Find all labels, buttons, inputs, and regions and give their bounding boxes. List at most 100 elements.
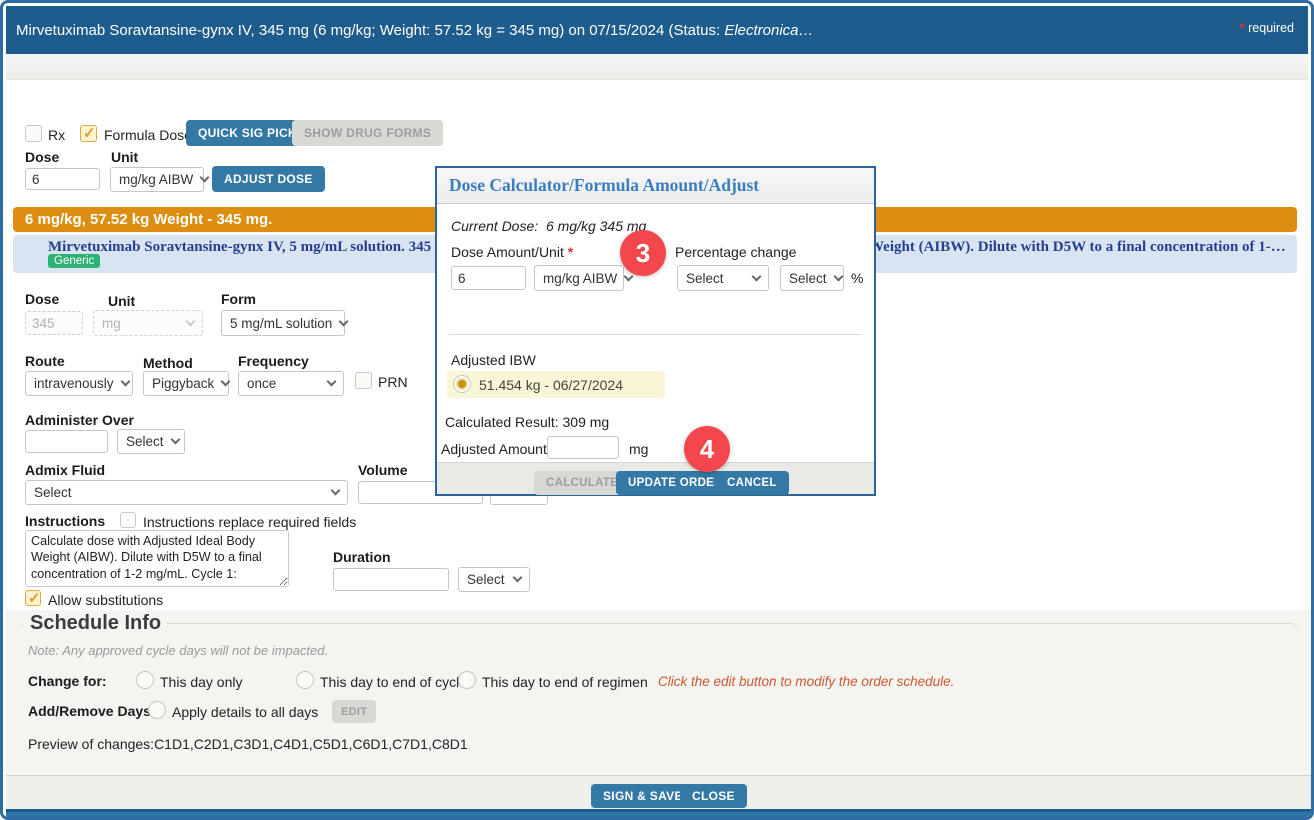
dose-label: Dose (25, 149, 59, 165)
admix-fluid-select[interactable]: Select (25, 480, 348, 505)
radio-end-of-regimen[interactable] (458, 671, 476, 689)
quick-sig-pick-button[interactable]: QUICK SIG PICK (186, 120, 309, 146)
order-title: Mirvetuximab Soravtansine-gynx IV, 345 m… (6, 22, 814, 39)
section-border-line (18, 623, 1300, 635)
drug-info-text-left: Mirvetuximab Soravtansine-gynx IV, 5 mg/… (48, 239, 463, 256)
dose-input[interactable] (25, 168, 100, 190)
form-select[interactable]: 5 mg/mL solution (221, 310, 345, 336)
current-dose-value: 6 mg/kg 345 mg (546, 218, 646, 234)
dose-amount-unit-label: Dose Amount/Unit * (451, 244, 573, 260)
background-page-strip (6, 812, 1314, 820)
formula-dose-checkbox[interactable] (80, 125, 97, 142)
method-select[interactable]: Piggyback (143, 371, 229, 396)
frequency-select[interactable]: once (238, 371, 344, 396)
current-dose-label: Current Dose: 6 mg/kg 345 mg (451, 218, 646, 234)
duration-input[interactable] (333, 568, 449, 591)
duration-unit-select[interactable]: Select (458, 567, 530, 592)
allow-substitutions-checkbox[interactable] (25, 590, 41, 606)
unit2-label: Unit (108, 293, 135, 309)
order-dialog-window: Mirvetuximab Soravtansine-gynx IV, 345 m… (0, 0, 1314, 820)
chevron-down-icon (186, 316, 196, 326)
annotation-badge-3: 3 (620, 230, 666, 276)
radio-end-of-regimen-label: This day to end of regimen (482, 674, 648, 690)
radio-end-of-cycle-label: This day to end of cycle (320, 674, 467, 690)
close-button[interactable]: CLOSE (680, 784, 747, 808)
allow-substitutions-label: Allow substitutions (48, 592, 163, 608)
unit-label: Unit (111, 149, 138, 165)
preview-of-changes: Preview of changes:C1D1,C2D1,C3D1,C4D1,C… (28, 736, 468, 752)
chevron-down-icon (200, 173, 210, 183)
adjusted-amount-label: Adjusted Amount: (441, 441, 551, 457)
adjust-dose-button[interactable]: ADJUST DOSE (212, 166, 325, 192)
title-bar: Mirvetuximab Soravtansine-gynx IV, 345 m… (6, 6, 1308, 54)
radio-end-of-cycle[interactable] (296, 671, 314, 689)
unit-select[interactable]: mg/kg AIBW (110, 167, 204, 192)
adjusted-ibw-radio[interactable] (453, 375, 471, 393)
chevron-down-icon (339, 316, 349, 326)
chevron-down-icon (327, 377, 337, 387)
dose-unit-select[interactable]: mg/kg AIBW (534, 265, 624, 291)
cancel-button[interactable]: CANCEL (715, 471, 789, 495)
duration-label: Duration (333, 549, 391, 565)
frequency-label: Frequency (238, 353, 309, 369)
dialog-footer: CALCULATE UPDATE ORDER CANCEL (437, 462, 874, 494)
chevron-down-icon (752, 271, 762, 281)
dialog-header: Dose Calculator/Formula Amount/Adjust (437, 168, 874, 204)
adjusted-amount-input[interactable] (547, 436, 619, 459)
required-note: * required (1240, 21, 1294, 35)
chevron-down-icon (170, 435, 180, 445)
formula-dose-label: Formula Dose (104, 127, 192, 143)
schedule-note: Note: Any approved cycle days will not b… (28, 643, 328, 658)
percent-sign: % (851, 270, 863, 286)
dose-amount-input[interactable] (451, 266, 526, 290)
radio-this-day-only[interactable] (136, 671, 154, 689)
volume-label: Volume (358, 462, 408, 478)
prn-label: PRN (378, 374, 408, 390)
percentage-change-label: Percentage change (675, 244, 796, 260)
schedule-info-section: Schedule Info Note: Any approved cycle d… (6, 610, 1314, 775)
adjusted-amount-unit: mg (629, 441, 648, 457)
dialog-divider (449, 334, 862, 335)
percent-direction-select[interactable]: Select (677, 265, 769, 291)
rx-label: Rx (48, 127, 65, 143)
chevron-down-icon (833, 271, 843, 281)
chevron-down-icon (221, 377, 231, 387)
dose-calculator-dialog: Dose Calculator/Formula Amount/Adjust Cu… (435, 166, 876, 496)
admix-fluid-label: Admix Fluid (25, 462, 105, 478)
form-label: Form (221, 291, 256, 307)
route-select[interactable]: intravenously (25, 371, 133, 396)
annotation-badge-4: 4 (684, 426, 730, 472)
administer-over-label: Administer Over (25, 412, 134, 428)
radio-this-day-only-label: This day only (160, 674, 242, 690)
instructions-replace-label: Instructions replace required fields (143, 514, 356, 530)
radio-apply-all-days[interactable] (148, 701, 166, 719)
radio-apply-all-days-label: Apply details to all days (172, 704, 318, 720)
edit-button: EDIT (332, 700, 376, 723)
radio-selected-dot (458, 380, 466, 388)
rx-checkbox[interactable] (25, 125, 42, 142)
calculated-result: Calculated Result: 309 mg (445, 414, 609, 430)
schedule-info-title: Schedule Info (24, 612, 167, 635)
route-label: Route (25, 353, 65, 369)
administer-over-unit-select[interactable]: Select (117, 429, 185, 454)
prn-checkbox[interactable] (355, 372, 372, 389)
generic-badge: Generic (48, 254, 100, 268)
instructions-replace-checkbox[interactable] (120, 512, 136, 528)
toolbar-band (6, 54, 1308, 80)
chevron-down-icon (120, 377, 130, 387)
adjusted-ibw-label: Adjusted IBW (451, 352, 536, 368)
instructions-textarea[interactable]: Calculate dose with Adjusted Ideal Body … (25, 530, 289, 587)
instructions-label: Instructions (25, 513, 105, 529)
chevron-down-icon (513, 573, 523, 583)
dose2-label: Dose (25, 291, 59, 307)
dose2-input (25, 311, 83, 335)
order-status-italic: Electronica… (724, 22, 813, 39)
unit2-select: mg (93, 310, 203, 336)
change-for-label: Change for: (28, 673, 107, 689)
percent-value-select[interactable]: Select (780, 265, 844, 291)
administer-over-input[interactable] (25, 430, 108, 453)
add-remove-days-label: Add/Remove Days: (28, 703, 156, 719)
dialog-title: Dose Calculator/Formula Amount/Adjust (437, 175, 759, 196)
show-drug-forms-button: SHOW DRUG FORMS (292, 120, 443, 146)
drug-info-text-right: Weight (AIBW). Dilute with D5W to a fina… (869, 239, 1286, 256)
